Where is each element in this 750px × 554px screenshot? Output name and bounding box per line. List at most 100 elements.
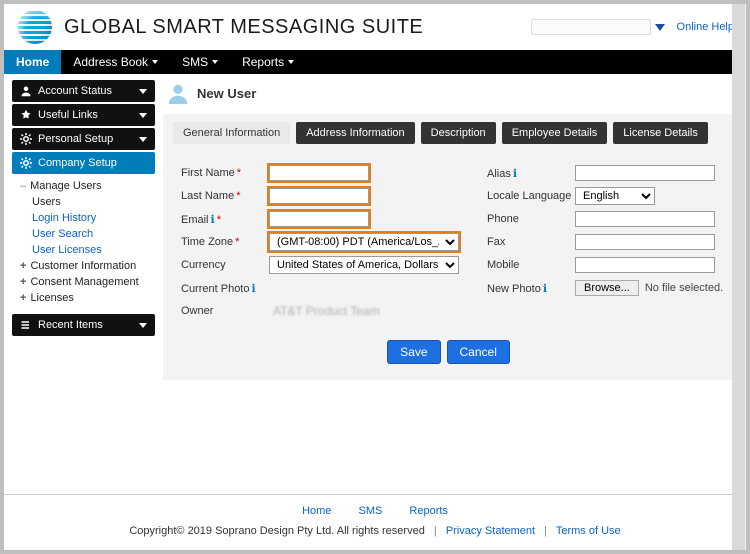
body: Account Status Useful Links Personal Set… [4, 74, 746, 494]
nav-home[interactable]: Home [4, 50, 61, 74]
header-right: Online Help [531, 19, 734, 35]
user-menu[interactable] [531, 19, 665, 35]
footer-links: Home SMS Reports [4, 505, 746, 517]
sidebar-item-user-search[interactable]: User Search [20, 226, 151, 242]
scrollbar[interactable] [732, 4, 746, 550]
sidebar-item-login-history[interactable]: Login History [20, 210, 151, 226]
alias-label: Aliasℹ [487, 167, 575, 180]
browse-button[interactable]: Browse... [575, 280, 639, 296]
form: First Name* Last Name* Emailℹ* [173, 154, 724, 326]
chevron-down-icon [139, 113, 147, 118]
header: GLOBAL SMART MESSAGING SUITE Online Help [4, 4, 746, 50]
footer-terms-link[interactable]: Terms of Use [556, 525, 621, 537]
star-icon [20, 109, 32, 121]
tab-general[interactable]: General Information [173, 122, 290, 144]
first-name-input[interactable] [269, 165, 369, 181]
sidebar-recent-items-label: Recent Items [38, 319, 103, 331]
form-col-left: First Name* Last Name* Emailℹ* [181, 160, 459, 324]
nav-reports[interactable]: Reports [230, 50, 306, 74]
panel: General Information Address Information … [163, 114, 734, 380]
page-header: New User [163, 78, 734, 114]
chevron-down-icon [288, 60, 294, 64]
online-help-link[interactable]: Online Help [677, 21, 734, 33]
sidebar: Account Status Useful Links Personal Set… [4, 74, 159, 494]
user-chip [531, 19, 651, 35]
last-name-input[interactable] [269, 188, 369, 204]
owner-label: Owner [181, 305, 269, 317]
chevron-down-icon [139, 323, 147, 328]
phone-label: Phone [487, 213, 575, 225]
mobile-input[interactable] [575, 257, 715, 273]
nav-sms[interactable]: SMS [170, 50, 230, 74]
mobile-label: Mobile [487, 259, 575, 271]
gear-icon [20, 157, 32, 169]
sidebar-useful-links[interactable]: Useful Links [12, 104, 155, 126]
sidebar-item-users[interactable]: Users [20, 194, 151, 210]
tab-description[interactable]: Description [421, 122, 496, 144]
chevron-down-icon [139, 89, 147, 94]
locale-label: Locale Language [487, 190, 575, 202]
nav-reports-label: Reports [242, 55, 284, 69]
tab-employee[interactable]: Employee Details [502, 122, 608, 144]
app-title: GLOBAL SMART MESSAGING SUITE [64, 16, 423, 39]
footer-link-sms[interactable]: SMS [358, 505, 382, 517]
currency-label: Currency [181, 259, 269, 271]
sidebar-personal-setup[interactable]: Personal Setup [12, 128, 155, 150]
currency-select[interactable]: United States of America, Dollars [269, 256, 459, 274]
user-icon [167, 82, 189, 104]
locale-select[interactable]: English [575, 187, 655, 205]
sidebar-useful-links-label: Useful Links [38, 109, 98, 121]
info-icon: ℹ [513, 168, 517, 180]
button-row: Save Cancel [173, 340, 724, 364]
sidebar-recent-items[interactable]: Recent Items [12, 314, 155, 336]
first-name-label: First Name* [181, 167, 269, 179]
footer-legal: Copyright© 2019 Soprano Design Pty Ltd. … [4, 523, 746, 547]
nav-address-book-label: Address Book [73, 55, 148, 69]
sidebar-company-setup[interactable]: Company Setup [12, 152, 155, 174]
sidebar-sublist: –Manage Users Users Login History User S… [8, 176, 159, 312]
footer-privacy-link[interactable]: Privacy Statement [446, 525, 535, 537]
gear-icon [20, 133, 32, 145]
nav-sms-label: SMS [182, 55, 208, 69]
time-zone-label: Time Zone* [181, 236, 269, 248]
sidebar-item-consent-management[interactable]: +Consent Management [20, 274, 151, 290]
footer-link-home[interactable]: Home [302, 505, 331, 517]
time-zone-select[interactable]: (GMT-08:00) PDT (America/Los_Angeles) [269, 233, 459, 251]
page-title: New User [197, 86, 256, 101]
sidebar-account-status[interactable]: Account Status [12, 80, 155, 102]
app-frame: GLOBAL SMART MESSAGING SUITE Online Help… [0, 0, 750, 554]
nav-address-book[interactable]: Address Book [61, 50, 170, 74]
nav-home-label: Home [16, 55, 49, 69]
email-input[interactable] [269, 211, 369, 227]
sidebar-item-user-licenses[interactable]: User Licenses [20, 242, 151, 258]
fax-label: Fax [487, 236, 575, 248]
fax-input[interactable] [575, 234, 715, 250]
info-icon: ℹ [251, 283, 255, 295]
email-label: Emailℹ* [181, 213, 269, 226]
current-photo-label: Current Photoℹ [181, 282, 269, 295]
form-col-right: Aliasℹ Locale Language English Phone [487, 160, 724, 324]
phone-input[interactable] [575, 211, 715, 227]
tab-license[interactable]: License Details [613, 122, 708, 144]
footer: Home SMS Reports Copyright© 2019 Soprano… [4, 494, 746, 547]
last-name-label: Last Name* [181, 190, 269, 202]
tab-address[interactable]: Address Information [296, 122, 414, 144]
new-photo-label: New Photoℹ [487, 282, 575, 295]
alias-input[interactable] [575, 165, 715, 181]
sidebar-company-setup-label: Company Setup [38, 157, 117, 169]
footer-link-reports[interactable]: Reports [409, 505, 448, 517]
sidebar-account-status-label: Account Status [38, 85, 112, 97]
cancel-button[interactable]: Cancel [447, 340, 510, 364]
tabs: General Information Address Information … [173, 116, 724, 154]
owner-value: AT&T Product Team [269, 304, 380, 318]
save-button[interactable]: Save [387, 340, 440, 364]
sidebar-item-licenses[interactable]: +Licenses [20, 290, 151, 306]
info-icon: ℹ [543, 283, 547, 295]
sidebar-personal-setup-label: Personal Setup [38, 133, 113, 145]
chevron-down-icon [139, 137, 147, 142]
footer-copyright: Copyright© 2019 Soprano Design Pty Ltd. … [129, 525, 425, 537]
main: New User General Information Address Inf… [159, 74, 746, 494]
sidebar-item-customer-information[interactable]: +Customer Information [20, 258, 151, 274]
sidebar-item-manage-users[interactable]: –Manage Users [20, 178, 151, 194]
scrollbar-thumb[interactable] [733, 4, 745, 550]
